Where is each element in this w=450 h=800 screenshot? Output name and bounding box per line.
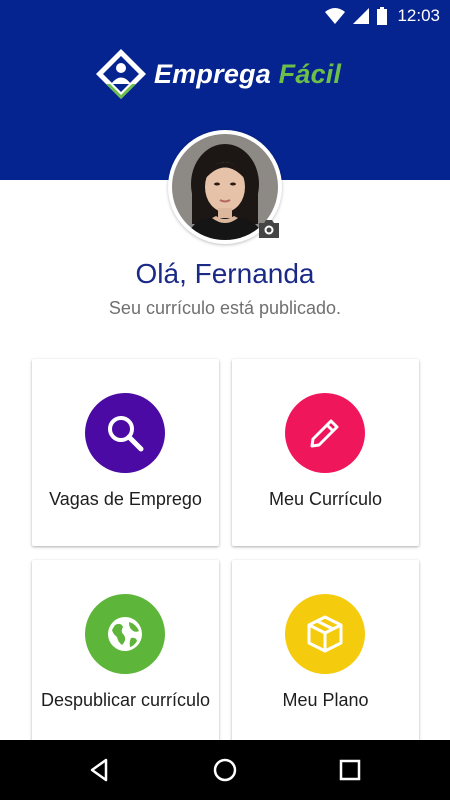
resume-status-text: Seu currículo está publicado. [108,298,342,318]
box-icon [307,615,343,653]
back-icon[interactable] [86,756,114,784]
logo-word-facil: Fácil [278,58,342,89]
search-icon [108,416,144,452]
home-icon[interactable] [211,756,239,784]
battery-icon [377,7,388,25]
system-nav-bar [0,740,450,800]
card-label: Meu Currículo [268,489,383,509]
card-meu-curriculo[interactable]: Meu Currículo [232,359,419,546]
signal-icon [353,8,370,24]
card-icon-circle [285,594,365,674]
status-bar: 12:03 [0,0,450,32]
logo-word-emprega: Emprega [154,58,271,89]
globe-icon [108,617,142,651]
card-label: Despublicar currículo [40,690,211,710]
greeting-title: Olá, Fernanda [135,258,315,289]
card-icon-circle [85,594,165,674]
card-icon-circle [85,393,165,473]
card-meu-plano[interactable]: Meu Plano [232,560,419,747]
logo-mark-icon [96,49,146,99]
card-vagas-de-emprego[interactable]: Vagas de Emprego [32,359,219,546]
clock: 12:03 [397,6,440,25]
app-logo: Emprega Fácil [94,48,341,100]
card-label: Vagas de Emprego [49,489,202,509]
camera-icon[interactable] [257,218,281,240]
pencil-icon [310,419,339,448]
card-despublicar-curriculo[interactable]: Despublicar currículo [32,560,219,747]
wifi-icon [325,8,346,24]
recents-icon[interactable] [336,756,364,784]
logo-text: Emprega Fácil [154,59,341,90]
card-label: Meu Plano [282,690,369,710]
card-icon-circle [285,393,365,473]
